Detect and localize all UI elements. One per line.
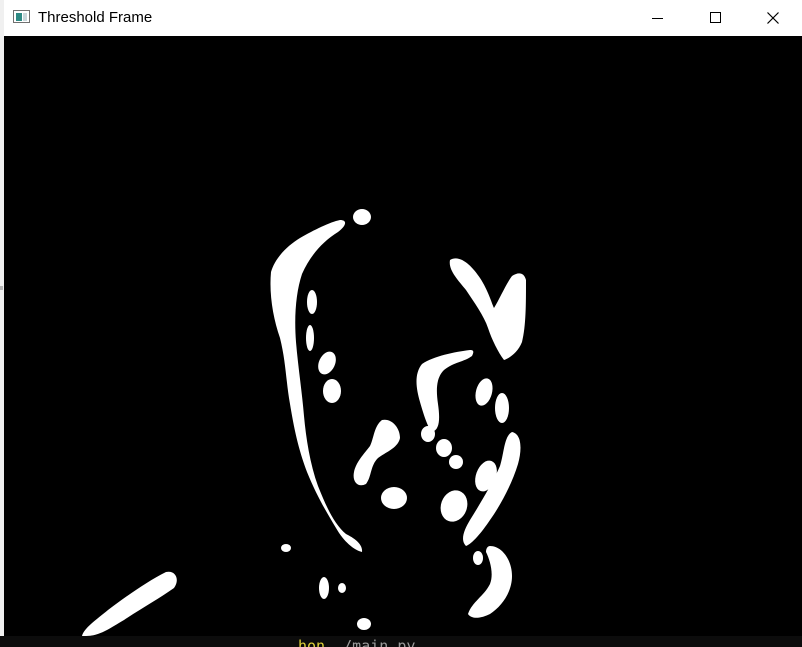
threshold-frame-window: Threshold Frame hon ./main.py	[0, 0, 802, 647]
threshold-blob	[463, 432, 521, 546]
terminal-command-line: hon ./main.py	[298, 638, 415, 647]
minimize-icon	[652, 18, 663, 19]
threshold-blob	[307, 290, 317, 314]
window-title: Threshold Frame	[38, 9, 153, 26]
threshold-image	[82, 209, 526, 636]
threshold-blob	[270, 220, 363, 552]
threshold-image-canvas	[4, 36, 802, 636]
threshold-blob	[416, 350, 474, 432]
app-window-icon	[13, 10, 30, 23]
threshold-blob	[306, 325, 314, 351]
threshold-blob	[319, 577, 329, 599]
threshold-blob	[381, 487, 407, 509]
threshold-blob	[495, 393, 509, 423]
threshold-blob	[318, 351, 336, 375]
maximize-button[interactable]	[686, 0, 744, 36]
close-button[interactable]	[744, 0, 802, 36]
threshold-blob	[357, 618, 371, 630]
threshold-blob	[449, 258, 526, 360]
threshold-blob	[281, 544, 291, 552]
threshold-blob	[449, 455, 463, 469]
threshold-blob	[338, 583, 346, 593]
border-tick	[0, 286, 3, 290]
threshold-blob	[421, 426, 435, 442]
threshold-blob	[440, 490, 468, 522]
close-icon	[767, 12, 779, 24]
maximize-icon	[710, 12, 721, 23]
threshold-blob	[323, 379, 341, 403]
threshold-blob	[473, 551, 483, 565]
threshold-blob	[475, 378, 493, 406]
terminal-argument: ./main.py	[325, 637, 416, 647]
title-bar[interactable]: Threshold Frame	[4, 0, 802, 36]
minimize-button[interactable]	[628, 0, 686, 36]
terminal-command: hon	[298, 637, 326, 647]
background-terminal: hon ./main.py	[0, 636, 802, 647]
threshold-blob	[353, 209, 371, 225]
threshold-blob	[436, 439, 452, 457]
threshold-blob	[82, 571, 177, 636]
threshold-blob	[353, 419, 400, 486]
